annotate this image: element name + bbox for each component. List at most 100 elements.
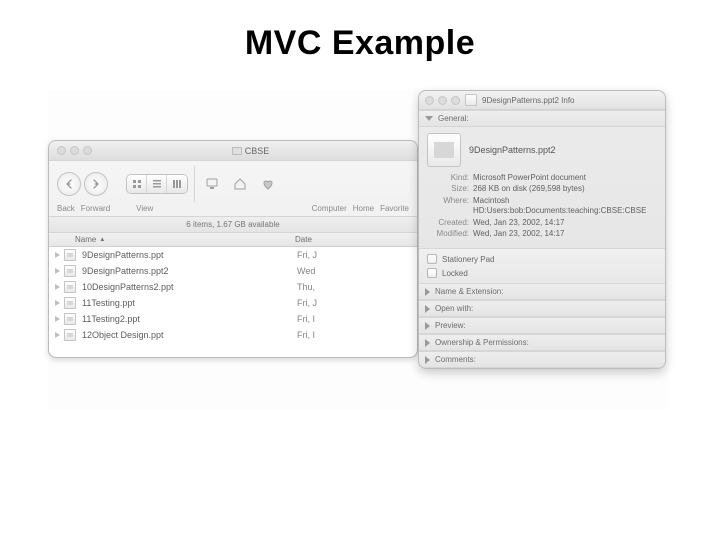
file-preview-icon bbox=[427, 133, 461, 167]
checkbox-icon[interactable] bbox=[427, 268, 437, 278]
disclosure-icon bbox=[55, 332, 61, 338]
list-item[interactable]: 12Object Design.pptFri, I bbox=[49, 327, 417, 343]
section-label: Open with: bbox=[435, 304, 473, 313]
file-date: Fri, I bbox=[297, 314, 315, 324]
window-controls bbox=[57, 146, 92, 155]
sort-asc-icon: ▲ bbox=[99, 237, 105, 243]
view-label: View bbox=[136, 204, 153, 213]
file-name: 11Testing.ppt bbox=[82, 298, 297, 308]
file-date: Wed bbox=[297, 266, 315, 276]
file-name: 9DesignPatterns.ppt2 bbox=[82, 266, 297, 276]
info-filename: 9DesignPatterns.ppt2 bbox=[469, 145, 556, 155]
zoom-icon[interactable] bbox=[451, 96, 460, 105]
where-key: Where: bbox=[427, 196, 469, 217]
view-mode-segment[interactable] bbox=[126, 174, 188, 194]
general-body: 9DesignPatterns.ppt2 Kind: Microsoft Powe… bbox=[419, 127, 665, 248]
window-controls bbox=[425, 96, 460, 105]
disclosure-right-icon bbox=[425, 356, 430, 364]
computer-button[interactable] bbox=[201, 173, 223, 195]
list-header: Name ▲ Date bbox=[49, 233, 417, 247]
created-value: Wed, Jan 23, 2002, 14:17 bbox=[473, 218, 564, 228]
favorite-button[interactable] bbox=[257, 173, 279, 195]
column-date[interactable]: Date bbox=[295, 235, 312, 244]
modified-key: Modified: bbox=[427, 229, 469, 239]
toolbar-divider bbox=[194, 166, 195, 202]
folder-icon bbox=[232, 147, 242, 155]
close-icon[interactable] bbox=[425, 96, 434, 105]
modified-value: Wed, Jan 23, 2002, 14:17 bbox=[473, 229, 564, 239]
column-name[interactable]: Name ▲ bbox=[55, 235, 295, 244]
section-open-with[interactable]: Open with: bbox=[419, 300, 665, 317]
section-label: Preview: bbox=[435, 321, 466, 330]
file-date: Fri, J bbox=[297, 298, 317, 308]
zoom-icon[interactable] bbox=[83, 146, 92, 155]
list-item[interactable]: 10DesignPatterns2.pptThu, bbox=[49, 279, 417, 295]
minimize-icon[interactable] bbox=[438, 96, 447, 105]
section-label: General: bbox=[438, 114, 469, 123]
column-name-label: Name bbox=[75, 235, 96, 244]
disclosure-right-icon bbox=[425, 322, 430, 330]
stationery-label: Stationery Pad bbox=[442, 255, 494, 264]
list-item[interactable]: 9DesignPatterns.ppt2Wed bbox=[49, 263, 417, 279]
home-label: Home bbox=[353, 204, 374, 213]
file-icon bbox=[64, 329, 76, 341]
home-button[interactable] bbox=[229, 173, 251, 195]
list-item[interactable]: 9DesignPatterns.pptFri, J bbox=[49, 247, 417, 263]
where-value: Macintosh HD:Users:bob:Documents:teachin… bbox=[473, 196, 657, 217]
slide-title: MVC Example bbox=[0, 0, 720, 63]
file-date: Fri, I bbox=[297, 330, 315, 340]
disclosure-icon bbox=[55, 268, 61, 274]
size-key: Size: bbox=[427, 184, 469, 194]
list-item[interactable]: 11Testing2.pptFri, I bbox=[49, 311, 417, 327]
favorite-label: Favorite bbox=[380, 204, 409, 213]
finder-window: CBSE bbox=[48, 140, 418, 358]
section-label: Comments: bbox=[435, 355, 476, 364]
file-name: 12Object Design.ppt bbox=[82, 330, 297, 340]
checkbox-icon[interactable] bbox=[427, 254, 437, 264]
disclosure-right-icon bbox=[425, 305, 430, 313]
section-label: Ownership & Permissions: bbox=[435, 338, 529, 347]
file-date: Fri, J bbox=[297, 250, 317, 260]
minimize-icon[interactable] bbox=[70, 146, 79, 155]
file-date: Thu, bbox=[297, 282, 315, 292]
toolbar-labels: Back Forward View Computer Home Favorite bbox=[49, 204, 417, 216]
screenshot-stage: CBSE bbox=[48, 90, 668, 410]
section-preview[interactable]: Preview: bbox=[419, 317, 665, 334]
section-name-ext[interactable]: Name & Extension: bbox=[419, 283, 665, 300]
close-icon[interactable] bbox=[57, 146, 66, 155]
stationery-check-row[interactable]: Stationery Pad bbox=[419, 252, 665, 266]
forward-label: Forward bbox=[81, 204, 110, 213]
section-general[interactable]: General: bbox=[419, 110, 665, 127]
list-view-button[interactable] bbox=[147, 175, 167, 193]
kind-value: Microsoft PowerPoint document bbox=[473, 173, 586, 183]
finder-titlebar[interactable]: CBSE bbox=[49, 141, 417, 161]
section-label: Name & Extension: bbox=[435, 287, 503, 296]
list-item[interactable]: 11Testing.pptFri, J bbox=[49, 295, 417, 311]
locked-label: Locked bbox=[442, 269, 468, 278]
section-ownership[interactable]: Ownership & Permissions: bbox=[419, 334, 665, 351]
kind-key: Kind: bbox=[427, 173, 469, 183]
forward-button[interactable] bbox=[84, 172, 108, 196]
back-button[interactable] bbox=[57, 172, 81, 196]
file-name: 11Testing2.ppt bbox=[82, 314, 297, 324]
file-icon bbox=[465, 94, 477, 106]
file-icon bbox=[64, 297, 76, 309]
file-name: 9DesignPatterns.ppt bbox=[82, 250, 297, 260]
section-comments[interactable]: Comments: bbox=[419, 351, 665, 368]
locked-check-row[interactable]: Locked bbox=[419, 266, 665, 280]
finder-toolbar bbox=[49, 161, 417, 204]
info-titlebar[interactable]: 9DesignPatterns.ppt2 Info bbox=[419, 91, 665, 110]
column-view-button[interactable] bbox=[167, 175, 187, 193]
finder-status: 6 items, 1.67 GB available bbox=[49, 216, 417, 233]
finder-title-text: CBSE bbox=[245, 146, 270, 156]
file-icon bbox=[64, 281, 76, 293]
info-title-text: 9DesignPatterns.ppt2 Info bbox=[482, 96, 575, 105]
icon-view-button[interactable] bbox=[127, 175, 147, 193]
computer-label: Computer bbox=[312, 204, 347, 213]
finder-title: CBSE bbox=[92, 146, 409, 156]
disclosure-down-icon bbox=[425, 116, 433, 121]
disclosure-right-icon bbox=[425, 339, 430, 347]
disclosure-icon bbox=[55, 316, 61, 322]
disclosure-icon bbox=[55, 252, 61, 258]
info-window: 9DesignPatterns.ppt2 Info General: 9Desi… bbox=[418, 90, 666, 369]
